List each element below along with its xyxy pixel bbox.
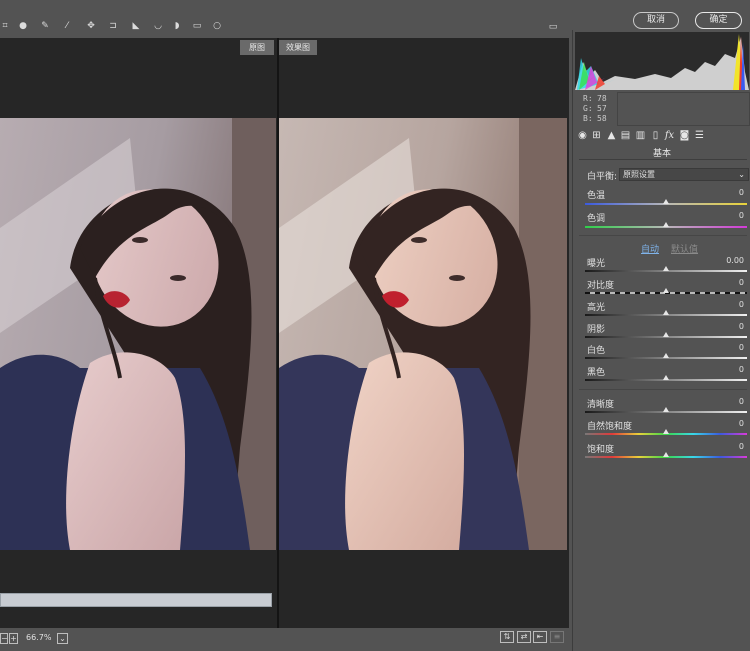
view-mode-icon[interactable]: ⇅ bbox=[500, 631, 514, 643]
after-view-label: 效果图 bbox=[279, 40, 317, 55]
straighten-icon[interactable]: ◣ bbox=[131, 21, 141, 31]
saturation-value[interactable]: 0 bbox=[704, 442, 744, 451]
chevron-down-icon: ⌄ bbox=[738, 170, 745, 179]
section-divider bbox=[579, 159, 747, 160]
whites-value[interactable]: 0 bbox=[704, 343, 744, 352]
b-label: B: bbox=[583, 114, 593, 123]
white-balance-value: 原照设置 bbox=[623, 170, 655, 179]
shadows-label: 阴影 bbox=[587, 325, 606, 335]
blacks-value[interactable]: 0 bbox=[704, 365, 744, 374]
divider bbox=[579, 389, 747, 390]
camera-calibration-tab-icon[interactable]: ◙ bbox=[679, 130, 690, 142]
preferences-icon[interactable]: ▭ bbox=[192, 21, 202, 31]
temperature-value[interactable]: 0 bbox=[704, 188, 744, 197]
cancel-button[interactable]: 取消 bbox=[633, 12, 679, 29]
crop-icon[interactable]: ⊐ bbox=[108, 21, 118, 31]
highlights-label: 高光 bbox=[587, 303, 606, 313]
horizontal-scrollbar[interactable] bbox=[0, 593, 272, 607]
split-toning-tab-icon[interactable]: ▥ bbox=[635, 130, 646, 142]
rotate-cw-icon[interactable]: ◗ bbox=[172, 21, 182, 31]
temperature-slider-handle[interactable] bbox=[663, 199, 669, 204]
exposure-value[interactable]: 0.00 bbox=[704, 256, 744, 265]
basic-tab-icon[interactable]: ◉ bbox=[577, 130, 588, 142]
brush-tool-icon[interactable]: ✎ bbox=[40, 21, 50, 31]
white-balance-label: 白平衡: bbox=[587, 172, 618, 182]
whites-slider-handle[interactable] bbox=[663, 353, 669, 358]
saturation-label: 饱和度 bbox=[587, 445, 615, 455]
exposure-label: 曝光 bbox=[587, 259, 606, 269]
clarity-slider-handle[interactable] bbox=[663, 407, 669, 412]
b-value: 58 bbox=[597, 114, 607, 123]
shadows-value[interactable]: 0 bbox=[704, 322, 744, 331]
target-adjust-icon[interactable]: ✥ bbox=[86, 21, 96, 31]
whites-label: 白色 bbox=[587, 346, 606, 356]
rotate-ccw-icon[interactable]: ◡ bbox=[153, 21, 163, 31]
info-box bbox=[617, 92, 750, 126]
white-balance-select[interactable]: 原照设置 ⌄ bbox=[619, 168, 749, 181]
highlights-value[interactable]: 0 bbox=[704, 300, 744, 309]
bottom-bar: − + 66.7% ⌄ ⇅ ⇄ ⇤ ≡ bbox=[0, 628, 569, 651]
clarity-label: 清晰度 bbox=[587, 400, 615, 410]
before-view-label: 原图 bbox=[240, 40, 274, 55]
crop-tool-icon[interactable]: ⌗ bbox=[0, 21, 10, 31]
highlights-slider-handle[interactable] bbox=[663, 310, 669, 315]
tint-slider-handle[interactable] bbox=[663, 222, 669, 227]
vibrance-value[interactable]: 0 bbox=[704, 419, 744, 428]
swap-views-icon[interactable]: ⇄ bbox=[517, 631, 531, 643]
rgb-readout: R: 78 G: 57 B: 58 bbox=[583, 94, 611, 124]
ok-button[interactable]: 确定 bbox=[695, 12, 742, 29]
toggle-settings-icon[interactable]: ≡ bbox=[550, 631, 564, 643]
vibrance-label: 自然饱和度 bbox=[587, 422, 633, 432]
tone-curve-tab-icon[interactable]: ⊞ bbox=[591, 130, 602, 142]
contrast-value[interactable]: 0 bbox=[704, 278, 744, 287]
histogram bbox=[575, 32, 749, 90]
zoom-level: 66.7% bbox=[26, 633, 52, 642]
circle-tool-icon[interactable]: ● bbox=[18, 21, 28, 31]
lens-tab-icon[interactable]: ▯ bbox=[650, 130, 661, 142]
redeye-icon[interactable]: ○ bbox=[212, 21, 222, 31]
default-link[interactable]: 默认值 bbox=[671, 242, 698, 255]
saturation-slider-handle[interactable] bbox=[663, 452, 669, 457]
presets-tab-icon[interactable]: ☰ bbox=[694, 130, 705, 142]
before-photo[interactable] bbox=[0, 118, 276, 550]
tint-value[interactable]: 0 bbox=[704, 211, 744, 220]
r-value: 78 bbox=[597, 94, 607, 103]
zoom-dropdown[interactable]: ⌄ bbox=[57, 633, 68, 644]
exposure-slider-handle[interactable] bbox=[663, 266, 669, 271]
detail-tab-icon[interactable]: ▲ bbox=[606, 130, 617, 142]
r-label: R: bbox=[583, 94, 593, 103]
hsl-tab-icon[interactable]: ▤ bbox=[620, 130, 631, 142]
temperature-label: 色温 bbox=[587, 191, 606, 201]
blacks-slider-handle[interactable] bbox=[663, 375, 669, 380]
section-title: 基本 bbox=[652, 149, 671, 159]
adjustments-panel: R: 78 G: 57 B: 58 ◉ ⊞ ▲ ▤ ▥ ▯ fx ◙ ☰ 基本 白平衡… bbox=[572, 30, 750, 651]
divider bbox=[579, 235, 747, 236]
contrast-slider-handle[interactable] bbox=[663, 288, 669, 293]
auto-link[interactable]: 自动 bbox=[641, 242, 659, 255]
preview-area: 原图 效果图 bbox=[0, 38, 569, 628]
fullscreen-icon[interactable]: ▭ bbox=[548, 22, 558, 32]
contrast-label: 对比度 bbox=[587, 281, 615, 291]
blacks-label: 黑色 bbox=[587, 368, 606, 378]
vibrance-slider-handle[interactable] bbox=[663, 429, 669, 434]
eyedropper-icon[interactable]: ⁄ bbox=[62, 21, 72, 31]
after-photo[interactable] bbox=[279, 118, 567, 550]
copy-settings-icon[interactable]: ⇤ bbox=[533, 631, 547, 643]
zoom-in-button[interactable]: + bbox=[9, 633, 18, 644]
zoom-out-button[interactable]: − bbox=[0, 633, 8, 644]
effects-tab-icon[interactable]: fx bbox=[664, 130, 675, 142]
g-label: G: bbox=[583, 104, 593, 113]
shadows-slider-handle[interactable] bbox=[663, 332, 669, 337]
g-value: 57 bbox=[597, 104, 607, 113]
tint-label: 色调 bbox=[587, 214, 606, 224]
clarity-value[interactable]: 0 bbox=[704, 397, 744, 406]
